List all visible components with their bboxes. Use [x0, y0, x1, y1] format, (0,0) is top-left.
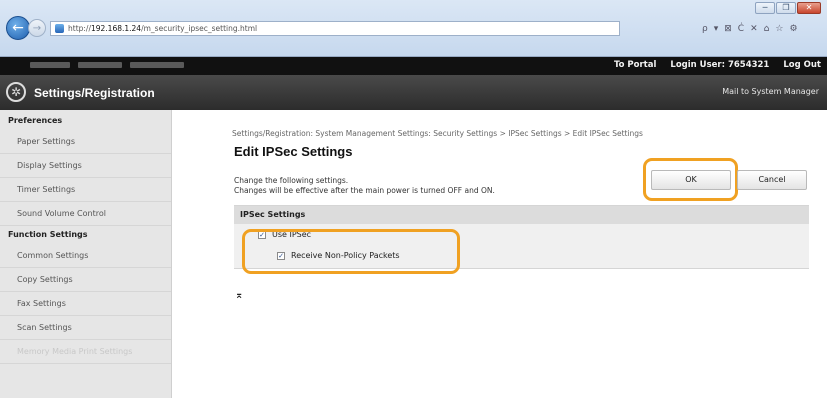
forward-button[interactable]: → [28, 19, 46, 37]
app-titlebar: ✲ Settings/Registration Mail to System M… [0, 75, 827, 110]
sidebar-item-sound-volume[interactable]: Sound Volume Control [0, 202, 171, 226]
sidebar-item-fax-settings[interactable]: Fax Settings [0, 292, 171, 316]
sidebar-item-timer-settings[interactable]: Timer Settings [0, 178, 171, 202]
window-controls: ─ ❐ ✕ [755, 2, 821, 14]
sidebar-item-copy-settings[interactable]: Copy Settings [0, 268, 171, 292]
favorites-icon[interactable]: ☆ [775, 24, 783, 34]
maximize-button[interactable]: ❐ [776, 2, 796, 14]
close-window-button[interactable]: ✕ [797, 2, 821, 14]
url-text: http://192.168.1.24/m_security_ipsec_set… [68, 24, 258, 33]
back-arrow-icon: ← [12, 20, 24, 36]
app-title: Settings/Registration [34, 86, 155, 100]
page-description: Change the following settings. Changes w… [234, 176, 495, 196]
browser-chrome: ─ ❐ ✕ ← → http://192.168.1.24/m_security… [0, 0, 827, 57]
sidebar-item-display-settings[interactable]: Display Settings [0, 154, 171, 178]
checkbox-highlight [242, 229, 460, 274]
header-links: To Portal Login User: 7654321 Log Out [614, 60, 821, 70]
ok-button[interactable]: OK [651, 170, 731, 190]
compat-view-icon[interactable]: ⊠ [724, 24, 732, 34]
refresh-icon[interactable]: Ċ [738, 24, 744, 34]
address-bar[interactable]: http://192.168.1.24/m_security_ipsec_set… [50, 21, 620, 36]
breadcrumb: Settings/Registration: System Management… [232, 129, 643, 138]
sidebar-heading-preferences: Preferences [8, 116, 63, 125]
back-button[interactable]: ← [6, 16, 30, 40]
page-title: Edit IPSec Settings [234, 144, 353, 159]
minimize-button[interactable]: ─ [755, 2, 775, 14]
main-content: Settings/Registration: System Management… [172, 110, 827, 398]
sidebar-item-paper-settings[interactable]: Paper Settings [0, 130, 171, 154]
home-icon[interactable]: ⌂ [764, 24, 770, 34]
device-topbar: To Portal Login User: 7654321 Log Out [0, 57, 827, 75]
dropdown-icon[interactable]: ▾ [714, 24, 719, 34]
device-name-redacted [30, 62, 210, 69]
to-portal-link[interactable]: To Portal [614, 60, 656, 70]
sidebar-heading-function: Function Settings [8, 230, 88, 239]
description-line-1: Change the following settings. [234, 176, 349, 185]
sidebar-item-scan-settings[interactable]: Scan Settings [0, 316, 171, 340]
address-tools: ρ ▾ ⊠ Ċ ✕ ⌂ ☆ ⚙ [702, 21, 812, 36]
forward-arrow-icon: → [32, 22, 42, 34]
cancel-button[interactable]: Cancel [737, 170, 807, 190]
sidebar-item-common-settings[interactable]: Common Settings [0, 244, 171, 268]
settings-gear-icon: ✲ [6, 82, 26, 102]
sidebar-item-memory-media[interactable]: Memory Media Print Settings [0, 340, 171, 364]
tools-gear-icon[interactable]: ⚙ [789, 24, 797, 34]
search-icon[interactable]: ρ [702, 24, 708, 34]
description-line-2: Changes will be effective after the main… [234, 186, 495, 195]
log-out-link[interactable]: Log Out [783, 60, 821, 70]
back-to-top-icon[interactable]: ⌅ [235, 290, 243, 301]
sidebar: Preferences Paper Settings Display Setti… [0, 110, 172, 398]
page-favicon-icon [55, 24, 64, 33]
login-user-label: Login User: 7654321 [670, 60, 770, 70]
mail-to-system-manager-link[interactable]: Mail to System Manager [722, 87, 819, 96]
stop-icon[interactable]: ✕ [750, 24, 758, 34]
section-header: IPSec Settings [234, 206, 809, 224]
